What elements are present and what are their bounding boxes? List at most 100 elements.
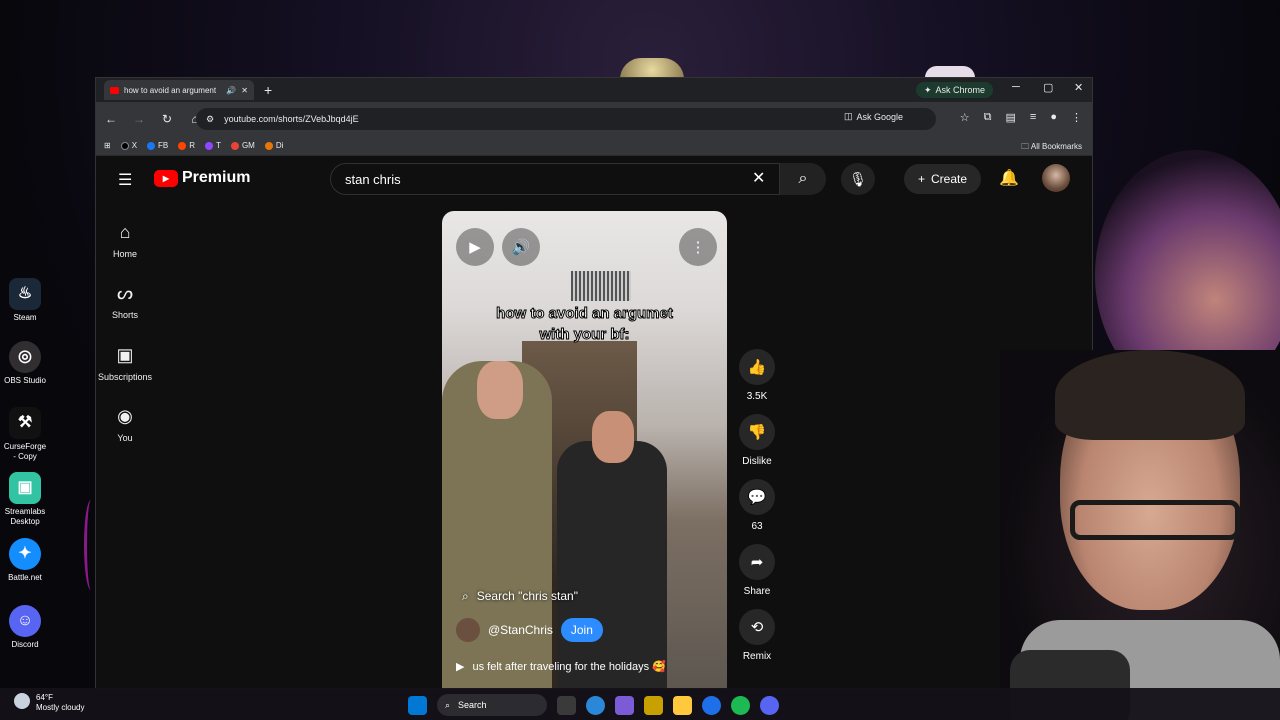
close-tab-icon[interactable]: ✕	[241, 86, 248, 95]
speaker-icon[interactable]: 🔊	[226, 86, 236, 95]
site-info-icon[interactable]: ⚙	[206, 114, 214, 125]
play-button[interactable]: ▶	[456, 228, 494, 266]
streamlabs-icon: ▣	[9, 472, 41, 504]
comment-count: 63	[751, 521, 763, 532]
menu-dots-icon[interactable]: ⋮	[1071, 111, 1082, 124]
play-icon: ▶	[469, 239, 481, 256]
profile-icon[interactable]: ●	[1050, 111, 1057, 124]
bookmark-item[interactable]: T	[205, 141, 221, 150]
desktop-icon-steam[interactable]: ♨ Steam	[2, 278, 48, 323]
related-search-chip[interactable]: ⌕ Search "chris stan"	[454, 583, 586, 609]
remix-button[interactable]: ⟲ Remix	[739, 609, 775, 662]
extensions-icon[interactable]: ⧉	[984, 111, 992, 124]
bookmark-item[interactable]: FB	[147, 141, 168, 150]
you-icon: ◉	[117, 406, 133, 426]
notifications-bell-icon[interactable]: 🔔	[999, 168, 1019, 188]
taskbar: 64°F Mostly cloudy ⌕ Search	[0, 688, 1280, 720]
ask-chrome-button[interactable]: ✦ Ask Chrome	[916, 82, 994, 98]
create-button[interactable]: + Create	[904, 164, 982, 194]
taskbar-search[interactable]: ⌕ Search	[437, 694, 547, 716]
toolbar-icons: ☆ ⧉ ▤ ≡ ● ⋮	[960, 111, 1082, 124]
minimize-button[interactable]: ─	[1012, 81, 1020, 93]
like-button[interactable]: 👍 3.5K	[739, 349, 775, 402]
shorts-video-player[interactable]: how to avoid an argumet with your bf: ▶ …	[442, 211, 727, 689]
desktop-icon-battlenet[interactable]: ✦ Battle.net	[2, 538, 48, 583]
video-scene	[557, 441, 667, 689]
desktop-icon-obs[interactable]: ◎ OBS Studio	[2, 341, 48, 386]
search-input[interactable]: stan chris	[330, 163, 780, 195]
channel-name[interactable]: @StanChris	[488, 623, 553, 637]
address-bar-row: ← → ↻ ⌂ ⚙ youtube.com/shorts/ZVebJbqd4jE…	[96, 102, 1092, 136]
bookmark-label: GM	[241, 141, 255, 150]
tab-youtube-short[interactable]: how to avoid an argument 🔊 ✕	[104, 80, 254, 100]
edge-icon[interactable]	[702, 695, 721, 715]
video-title-row[interactable]: ▶ us felt after traveling for the holida…	[456, 660, 666, 673]
new-tab-button[interactable]: +	[264, 82, 272, 98]
sidebar-item-label: Home	[112, 249, 137, 259]
clear-search-icon[interactable]: ✕	[752, 168, 765, 188]
copilot-icon[interactable]	[586, 695, 605, 715]
youtube-logo[interactable]: ▶ Premium	[154, 169, 250, 187]
voice-search-button[interactable]: 🎙	[841, 163, 875, 195]
file-explorer-icon[interactable]	[673, 695, 692, 715]
channel-row: @StanChris Join	[456, 618, 603, 642]
dislike-button[interactable]: 👎 Dislike	[739, 414, 775, 467]
bookmark-item[interactable]: X	[120, 141, 137, 150]
sidebar-item-home[interactable]: ⌂ Home	[96, 222, 154, 259]
reload-button[interactable]: ↻	[160, 112, 174, 126]
search-button[interactable]: ⌕	[780, 163, 826, 195]
desktop-icon-label: Steam	[13, 313, 37, 322]
play-small-icon: ▶	[456, 661, 465, 673]
desktop-icon-streamlabs[interactable]: ▣ Streamlabs Desktop	[2, 472, 48, 527]
maximize-button[interactable]: ▢	[1043, 81, 1053, 94]
youtube-page: ☰ ▶ Premium stan chris ✕ ⌕ 🎙 + Create 🔔	[96, 156, 1092, 689]
task-view-icon[interactable]	[557, 695, 576, 715]
join-button[interactable]: Join	[560, 618, 603, 642]
url-field[interactable]: ⚙ youtube.com/shorts/ZVebJbqd4jE	[196, 108, 936, 130]
bookmark-star-icon[interactable]: ☆	[960, 111, 970, 124]
media-icon[interactable]: ≡	[1030, 111, 1036, 124]
webcam-feed	[1070, 500, 1240, 540]
teams-icon[interactable]	[615, 695, 634, 715]
desktop-icon-discord[interactable]: ☺ Discord	[2, 605, 48, 650]
comments-button[interactable]: 💬 63	[739, 479, 775, 532]
search-query: stan chris	[345, 171, 401, 187]
all-bookmarks-label: All Bookmarks	[1030, 142, 1082, 151]
sidebar-item-you[interactable]: ◉ You	[96, 406, 154, 443]
menu-icon[interactable]: ☰	[118, 170, 132, 190]
sparkle-icon: ✦	[924, 84, 932, 95]
shorts-icon: ᔕ	[116, 283, 134, 303]
mute-button[interactable]: 🔊	[502, 228, 540, 266]
forward-button[interactable]: →	[132, 112, 146, 126]
steam-icon: ♨	[9, 278, 41, 310]
desktop-icon-curseforge[interactable]: ⚒ CurseForge - Copy	[2, 407, 48, 462]
weather-temp: 64°F	[36, 693, 53, 702]
ask-google-button[interactable]: ◫ Ask Google	[844, 111, 903, 122]
spotify-icon[interactable]	[731, 695, 750, 715]
discord-icon[interactable]	[760, 695, 779, 715]
apps-grid-icon[interactable]: ⊞	[104, 141, 111, 150]
sidebar-item-subscriptions[interactable]: ▣ Subscriptions	[96, 345, 154, 382]
sidepanel-icon[interactable]: ▤	[1006, 111, 1016, 124]
windows-start-icon[interactable]	[408, 695, 427, 715]
search-icon: ⌕	[462, 588, 469, 603]
back-button[interactable]: ←	[104, 112, 118, 126]
share-button[interactable]: ➦ Share	[739, 544, 775, 597]
bookmark-label: T	[216, 141, 221, 150]
weather-widget[interactable]: 64°F Mostly cloudy	[14, 693, 84, 713]
subscriptions-icon: ▣	[116, 345, 134, 365]
youtube-play-logo-icon: ▶	[154, 169, 178, 187]
all-bookmarks-button[interactable]: 🗀 All Bookmarks	[1021, 141, 1082, 155]
sidebar-item-shorts[interactable]: ᔕ Shorts	[96, 283, 154, 320]
bookmark-item[interactable]: Di	[264, 141, 283, 150]
tab-title: how to avoid an argument	[124, 85, 217, 95]
thumbs-down-icon: 👎	[739, 414, 775, 450]
bookmark-item[interactable]: R	[178, 141, 195, 150]
channel-avatar[interactable]	[456, 618, 480, 642]
close-window-button[interactable]: ✕	[1074, 81, 1083, 94]
store-icon[interactable]	[644, 695, 663, 715]
youtube-favicon-icon	[110, 86, 119, 94]
avatar[interactable]	[1042, 164, 1070, 192]
bookmark-item[interactable]: GM	[230, 141, 255, 150]
more-options-button[interactable]: ⋮	[679, 228, 717, 266]
